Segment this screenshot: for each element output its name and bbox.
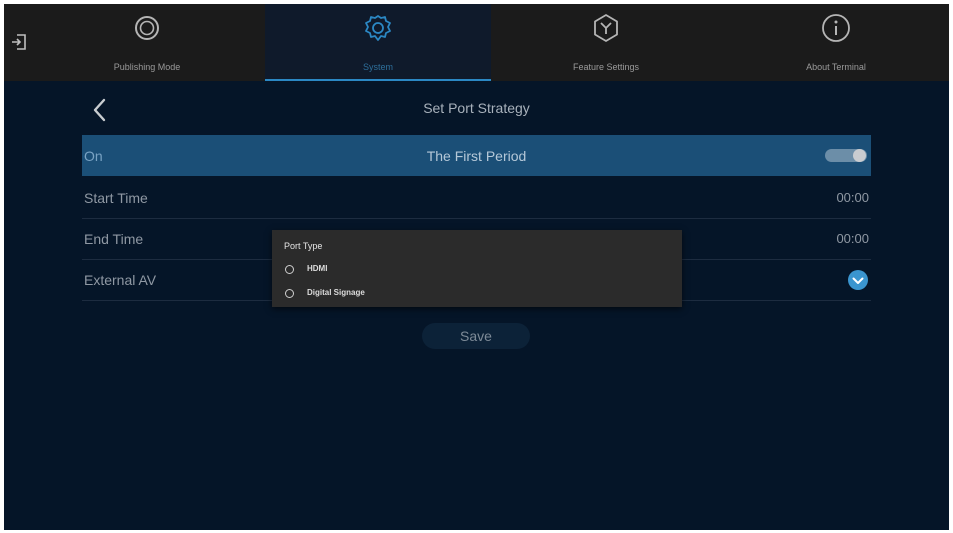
option-label: HDMI [307,264,328,273]
check-circle-icon[interactable] [847,269,869,291]
radio-button[interactable] [285,289,294,298]
port-type-dialog: Port Type HDMI Digital Signage [272,230,682,307]
option-label: Digital Signage [307,288,365,297]
page-title: Set Port Strategy [423,100,530,116]
exit-icon[interactable] [8,31,30,53]
period-row[interactable]: On The First Period [82,135,871,176]
gear-icon [362,12,394,44]
period-toggle[interactable] [825,149,867,162]
toggle-knob [853,149,866,162]
tab-label: Publishing Mode [113,62,181,72]
tab-publishing-mode[interactable]: Publishing Mode [34,4,260,81]
info-icon [820,12,852,44]
end-time-label: End Time [84,231,144,247]
publishing-mode-icon [131,12,163,44]
tab-label: About Terminal [806,62,866,72]
period-title: The First Period [426,148,527,164]
start-time-row[interactable]: Start Time 00:00 [82,177,871,219]
feature-settings-icon [590,12,622,44]
save-button[interactable]: Save [422,323,530,349]
tab-label: Feature Settings [572,62,640,72]
active-tab-indicator [265,79,491,81]
external-av-label: External AV [84,272,157,288]
dialog-title: Port Type [284,241,323,251]
app-screen: Publishing Mode System Feature Settings [4,4,949,530]
tab-system[interactable]: System [265,4,491,81]
start-time-label: Start Time [84,190,148,206]
end-time-value: 00:00 [836,231,869,246]
radio-button[interactable] [285,265,294,274]
tab-feature-settings[interactable]: Feature Settings [493,4,719,81]
option-hdmi[interactable]: HDMI [285,262,485,278]
tab-label: System [362,62,393,72]
option-digital-signage[interactable]: Digital Signage [285,286,485,302]
tab-about-terminal[interactable]: About Terminal [723,4,949,81]
top-navigation: Publishing Mode System Feature Settings [4,4,949,81]
start-time-value: 00:00 [836,190,869,205]
